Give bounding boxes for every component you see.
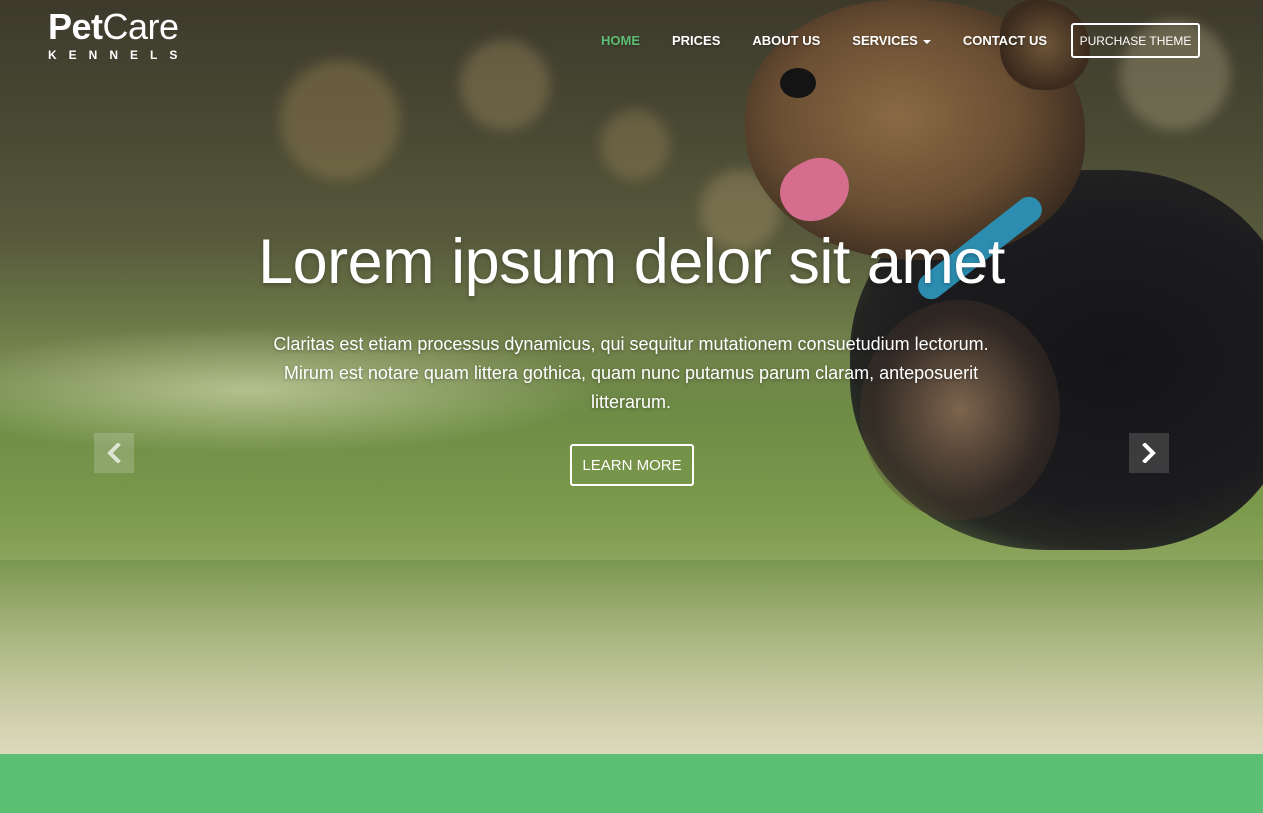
logo-name-bold: Pet bbox=[48, 6, 103, 47]
nav-item-home[interactable]: HOME bbox=[585, 33, 656, 48]
logo-subtitle: KENNELS bbox=[48, 48, 190, 62]
nav-item-prices[interactable]: PRICES bbox=[656, 33, 736, 48]
grass-foreground bbox=[0, 560, 1263, 754]
learn-more-button[interactable]: LEARN MORE bbox=[570, 444, 694, 486]
chevron-right-icon bbox=[1142, 443, 1156, 463]
hero-headline: Lorem ipsum delor sit amet bbox=[258, 227, 1005, 297]
hero-lead-text: Claritas est etiam processus dynamicus, … bbox=[273, 334, 989, 412]
caret-down-icon bbox=[922, 39, 931, 44]
purchase-theme-button[interactable]: PURCHASE THEME bbox=[1071, 23, 1200, 58]
chevron-left-icon bbox=[107, 443, 121, 463]
nav-item-services-label: SERVICES bbox=[852, 33, 918, 48]
nav-item-about-us[interactable]: ABOUT US bbox=[736, 33, 836, 48]
bokeh-light bbox=[460, 40, 550, 130]
nav-item-services[interactable]: SERVICES bbox=[836, 33, 947, 48]
carousel-next-button[interactable] bbox=[1129, 433, 1169, 473]
main-nav: HOME PRICES ABOUT US SERVICES CONTACT US bbox=[585, 33, 1063, 48]
logo-wordmark: PetCare bbox=[48, 8, 189, 46]
dog-nose bbox=[780, 68, 816, 98]
carousel-prev-button[interactable] bbox=[94, 433, 134, 473]
nav-item-contact-us[interactable]: CONTACT US bbox=[947, 33, 1063, 48]
bokeh-light bbox=[600, 110, 670, 180]
site-logo[interactable]: PetCare KENNELS bbox=[48, 8, 190, 63]
bokeh-light bbox=[280, 60, 400, 180]
accent-band bbox=[0, 754, 1263, 813]
logo-name-light: Care bbox=[102, 6, 180, 47]
